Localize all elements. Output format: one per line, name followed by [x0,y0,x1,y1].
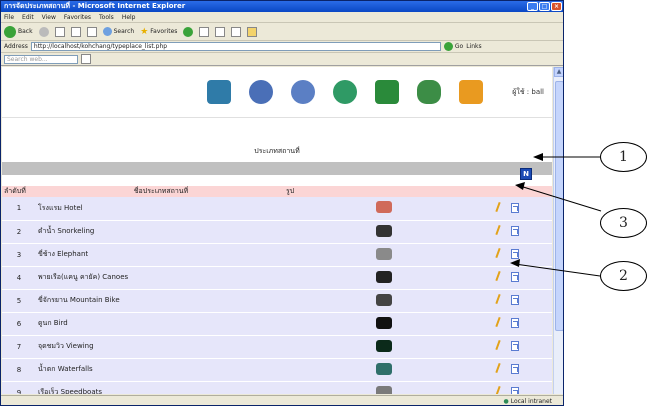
callout-3: 3 [600,208,647,238]
arrow-line-2 [514,263,601,277]
arrow-head-3 [515,182,525,190]
annotation-arrows [510,153,602,277]
arrow-line-3 [519,185,602,212]
callout-1: 1 [600,142,647,172]
callout-2: 2 [600,261,647,291]
arrow-head-1 [533,153,543,161]
arrow-head-2 [510,259,520,267]
